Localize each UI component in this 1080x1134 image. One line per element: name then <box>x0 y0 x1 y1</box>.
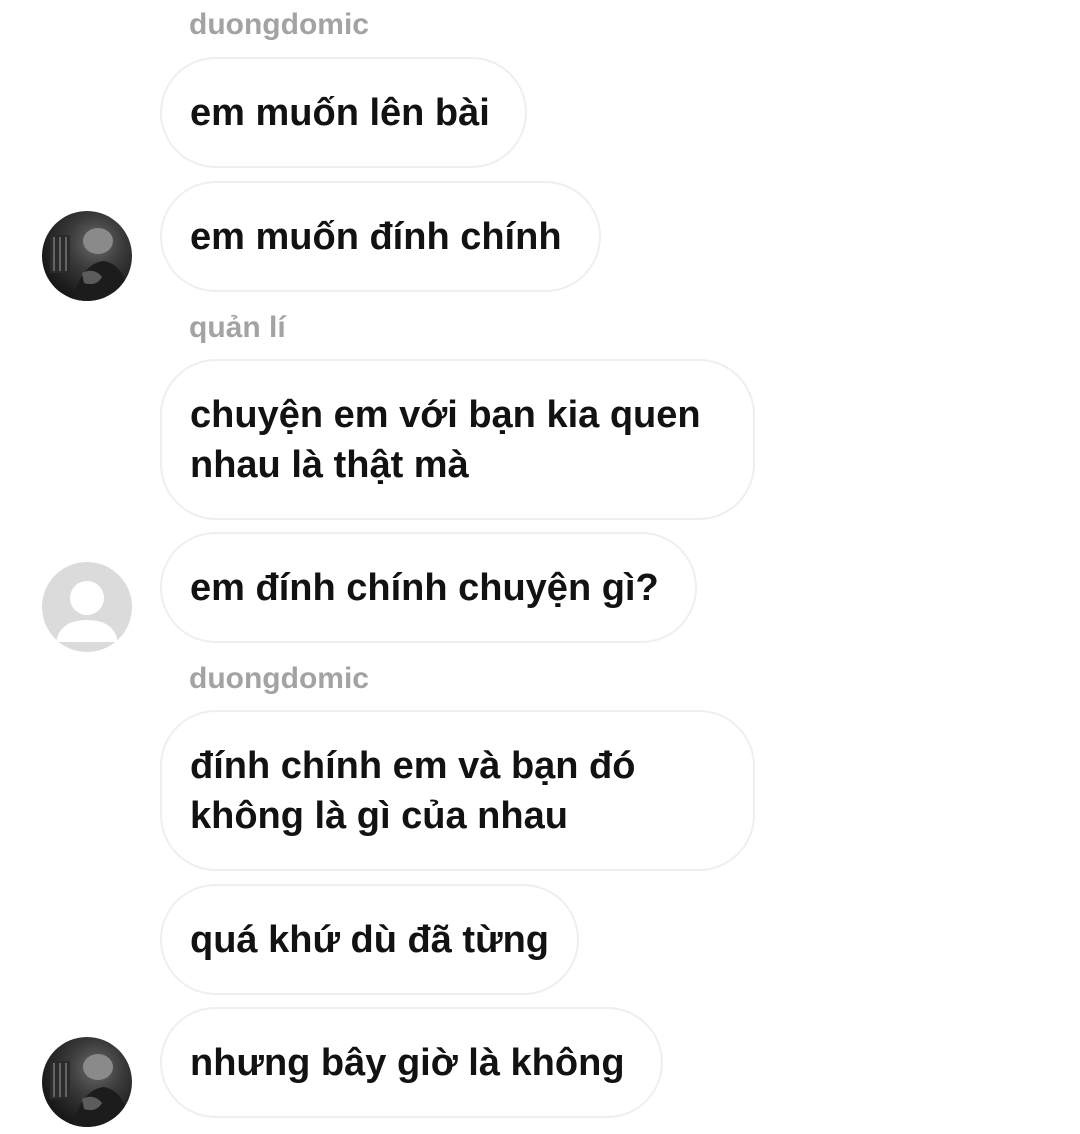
message-bubble[interactable]: nhưng bây giờ là không <box>160 1007 663 1118</box>
message-bubble[interactable]: chuyện em với bạn kia quen nhau là thật … <box>160 359 755 520</box>
sender-name: quản lí <box>189 311 286 344</box>
sender-name: duongdomic <box>189 662 369 695</box>
message-text: quá khứ dù đã từng <box>190 918 550 961</box>
message-text: em muốn lên bài <box>190 91 490 134</box>
message-text: đính chính em và bạn đó không là gì của … <box>190 744 636 837</box>
message-bubble[interactable]: đính chính em và bạn đó không là gì của … <box>160 710 755 871</box>
message-bubble[interactable]: em muốn lên bài <box>160 57 527 168</box>
message-bubble[interactable]: em muốn đính chính <box>160 181 601 292</box>
message-bubble[interactable]: em đính chính chuyện gì? <box>160 532 697 643</box>
user-photo-avatar-icon[interactable] <box>42 1037 132 1127</box>
default-person-avatar-icon[interactable] <box>42 562 132 652</box>
message-text: chuyện em với bạn kia quen nhau là thật … <box>190 393 701 486</box>
sender-name: duongdomic <box>189 8 369 41</box>
message-text: em muốn đính chính <box>190 215 562 258</box>
message-text: nhưng bây giờ là không <box>190 1041 625 1084</box>
message-bubble[interactable]: quá khứ dù đã từng <box>160 884 579 995</box>
user-photo-avatar-icon[interactable] <box>42 211 132 301</box>
message-text: em đính chính chuyện gì? <box>190 566 659 609</box>
